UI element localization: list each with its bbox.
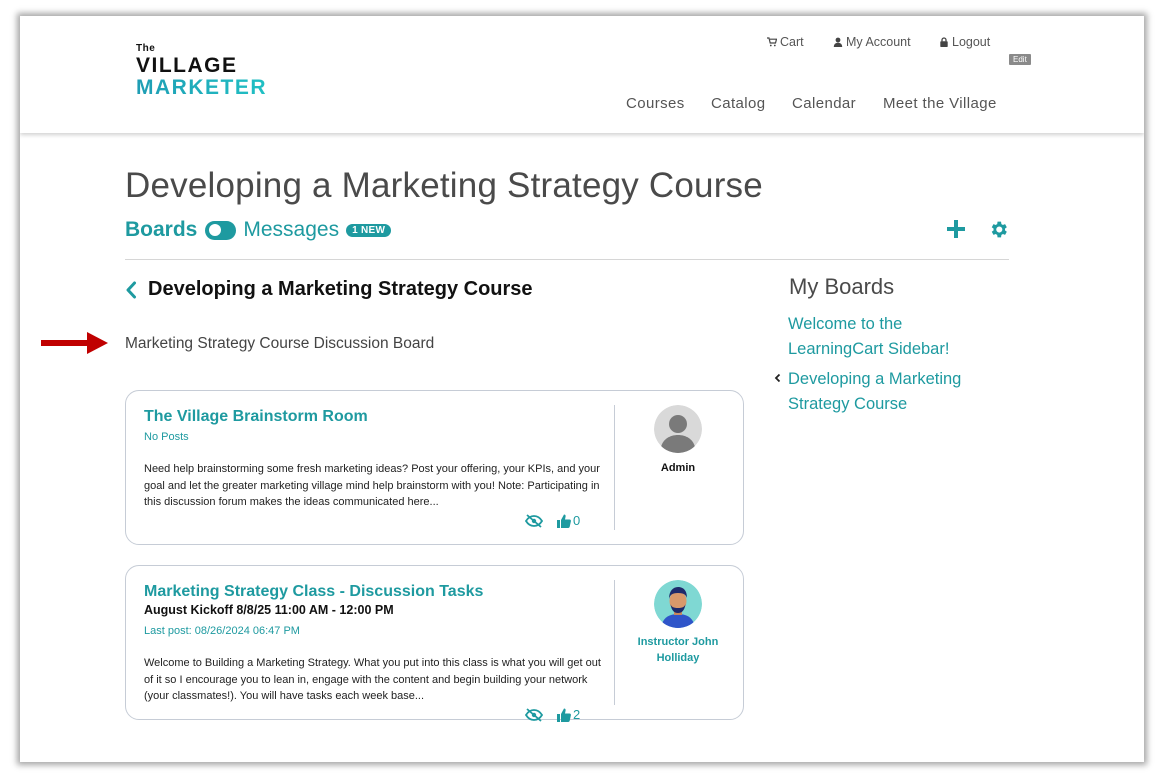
arrow-right-icon xyxy=(41,332,108,354)
my-account-label: My Account xyxy=(846,35,911,49)
board-description: Marketing Strategy Course Discussion Boa… xyxy=(125,335,435,352)
forum-actions: 0 xyxy=(525,513,580,528)
chevron-left-icon xyxy=(774,373,781,383)
nav-catalog[interactable]: Catalog xyxy=(711,95,766,112)
default-user-icon xyxy=(654,405,702,453)
thumbs-up-icon[interactable] xyxy=(557,514,571,528)
page-title: Developing a Marketing Strategy Course xyxy=(125,166,763,205)
card-divider xyxy=(614,405,615,530)
forum-title[interactable]: The Village Brainstorm Room xyxy=(144,408,368,426)
board-heading: Developing a Marketing Strategy Course xyxy=(148,278,533,300)
edit-button[interactable]: Edit xyxy=(1009,54,1031,65)
view-tabs: Boards Messages 1 NEW xyxy=(125,218,392,242)
chevron-left-icon xyxy=(126,281,136,298)
hide-icon[interactable] xyxy=(525,513,543,528)
screenshot-frame: The VILLAGE MARKETER Cart My Account Log… xyxy=(20,16,1144,762)
forum-actions: 2 xyxy=(525,707,580,722)
logo-marketer: MARKETER xyxy=(136,76,267,99)
author-name: Admin xyxy=(660,462,696,474)
forum-description: Welcome to Building a Marketing Strategy… xyxy=(144,657,601,702)
nav-meet-the-village[interactable]: Meet the Village xyxy=(883,95,997,112)
avatar xyxy=(654,580,702,628)
forum-title[interactable]: Marketing Strategy Class - Discussion Ta… xyxy=(144,583,483,601)
cart-label: Cart xyxy=(780,35,804,49)
header-divider xyxy=(125,259,1009,260)
logout-link[interactable]: Logout xyxy=(939,35,990,49)
forum-subtitle: August Kickoff 8/8/25 11:00 AM - 12:00 P… xyxy=(144,603,394,617)
sidebar-link-marketing-strategy[interactable]: Developing a Marketing Strategy Course xyxy=(788,367,998,416)
tab-boards[interactable]: Boards xyxy=(125,218,197,242)
site-logo[interactable]: The VILLAGE MARKETER xyxy=(136,43,267,99)
back-to-boards[interactable]: Developing a Marketing Strategy Course xyxy=(125,278,533,301)
lock-icon xyxy=(940,37,948,47)
nav-calendar[interactable]: Calendar xyxy=(792,95,856,112)
user-icon xyxy=(833,37,843,47)
site-header: The VILLAGE MARKETER Cart My Account Log… xyxy=(20,16,1144,133)
card-divider xyxy=(614,580,615,705)
boards-messages-toggle[interactable] xyxy=(205,220,237,240)
new-messages-badge: 1 NEW xyxy=(346,223,392,237)
logout-label: Logout xyxy=(952,35,991,49)
forum-last-post: Last post: 08/26/2024 06:47 PM xyxy=(144,625,300,637)
forum-post-status: No Posts xyxy=(144,431,189,443)
cart-link[interactable]: Cart xyxy=(767,35,804,49)
like-count: 2 xyxy=(573,707,581,722)
forum-card-discussion-tasks[interactable]: Marketing Strategy Class - Discussion Ta… xyxy=(125,565,744,722)
thumbs-up-icon[interactable] xyxy=(557,708,571,722)
avatar xyxy=(654,405,702,453)
instructor-avatar-icon xyxy=(654,580,702,628)
cart-icon xyxy=(767,37,777,47)
plus-icon[interactable] xyxy=(945,218,967,240)
my-boards-title: My Boards xyxy=(789,274,895,299)
forum-card-brainstorm[interactable]: The Village Brainstorm Room No Posts Nee… xyxy=(125,390,744,545)
logo-village: VILLAGE xyxy=(136,54,238,77)
forum-description: Need help brainstorming some fresh marke… xyxy=(144,463,600,508)
gear-icon[interactable] xyxy=(988,219,1009,240)
nav-courses[interactable]: Courses xyxy=(626,95,685,112)
hide-icon[interactable] xyxy=(525,707,543,722)
sidebar-link-learningcart[interactable]: Welcome to the LearningCart Sidebar! xyxy=(788,312,998,361)
my-account-link[interactable]: My Account xyxy=(833,35,911,49)
like-count: 0 xyxy=(573,513,581,528)
tab-messages[interactable]: Messages xyxy=(243,218,339,242)
author-name[interactable]: Instructor John Holliday xyxy=(622,634,734,666)
